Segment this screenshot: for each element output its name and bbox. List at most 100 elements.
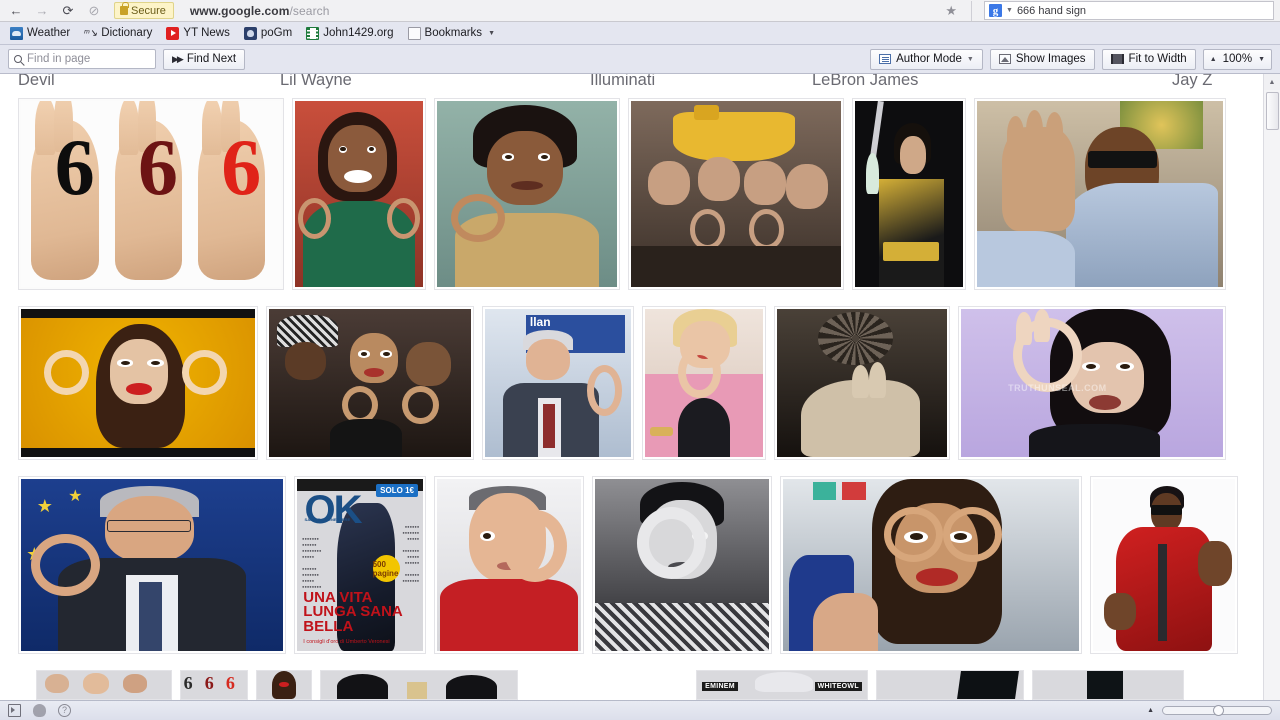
find-in-page-input[interactable]: Find in page <box>8 49 156 69</box>
image-tile-blonde-woman-ok[interactable] <box>642 306 766 460</box>
bookmark-john1429[interactable]: John1429.org <box>306 26 394 40</box>
cloud-icon[interactable] <box>33 704 46 717</box>
back-button[interactable]: ← <box>6 2 26 20</box>
lock-icon <box>120 2 129 15</box>
image-tile-teal-scene[interactable] <box>876 670 1024 700</box>
security-label: Secure <box>131 4 166 17</box>
address-bar[interactable]: www.google.com/search <box>180 2 939 20</box>
dictionary-icon: ᵐ↘ <box>84 27 98 39</box>
image-tile-beyonce-crowd[interactable] <box>266 306 474 460</box>
bookmark-label: Bookmarks <box>424 27 483 39</box>
image-tile-dark-pair[interactable] <box>320 670 518 700</box>
image-tile-yellow-bg-singer[interactable] <box>18 306 258 460</box>
related-search-illuminati[interactable]: Illuminati <box>590 74 812 90</box>
bookmark-label: poGm <box>260 27 293 39</box>
show-images-label: Show Images <box>1015 53 1086 65</box>
image-dark-scene-hand <box>777 309 947 457</box>
search-value: 666 hand sign <box>1016 4 1087 17</box>
image-tile-group-suits[interactable] <box>36 670 172 700</box>
pogm-icon <box>243 26 257 40</box>
image-tile-666-hands-small[interactable]: 6 6 6 <box>180 670 248 700</box>
image-tile-oprah-ok-sign[interactable] <box>292 98 426 290</box>
tray-expand-icon[interactable]: ▲ <box>1147 707 1154 714</box>
image-tile-beatles-yellow-submarine[interactable] <box>628 98 844 290</box>
forward-button[interactable]: → <box>32 2 52 20</box>
image-tile-bw-woman-eye[interactable] <box>592 476 772 654</box>
author-mode-button[interactable]: Author Mode ▼ <box>870 48 983 70</box>
magazine-sticker: 500 pagine <box>372 554 401 583</box>
fit-width-icon <box>1110 54 1124 64</box>
bookmark-dictionary[interactable]: ᵐ↘ Dictionary <box>84 27 152 40</box>
watermark-text: TRUTHUNSEAL.COM <box>1008 383 1107 393</box>
related-search-lebron-james[interactable]: LeBron James <box>812 74 1172 90</box>
image-tile-red-jacket-rapper[interactable] <box>1090 476 1238 654</box>
related-search-jay-z[interactable]: Jay Z <box>1172 74 1212 90</box>
magazine-subtitle: SALUTE E BENESSERE <box>304 516 351 522</box>
image-row-4-partial: 6 6 6 EMINEM WHITEOWL <box>18 670 1244 700</box>
window-icon[interactable] <box>8 704 21 717</box>
url-path: /search <box>289 3 330 18</box>
image-tile-red-sweater-man-eye[interactable] <box>434 476 584 654</box>
zoom-in-icon[interactable]: ▲ <box>1210 56 1217 63</box>
label-eminem: EMINEM <box>702 682 738 692</box>
magazine-headline: UNA VITA LUNGA SANA BELLA <box>303 589 403 635</box>
bookmark-folder-bookmarks[interactable]: Bookmarks ▼ <box>407 26 495 40</box>
related-searches-row: Devil Lil Wayne Illuminati LeBron James … <box>0 74 1262 90</box>
image-tile-bill-clinton-podium[interactable]: llan <box>482 306 634 460</box>
image-tile-young-michael-jackson[interactable] <box>434 98 620 290</box>
stop-button[interactable]: ⊘ <box>84 2 104 20</box>
find-toolbar: Find in page ▶▶ Find Next Author Mode ▼ … <box>0 45 1280 74</box>
image-tile-yellow-singer-small[interactable] <box>256 670 312 700</box>
find-next-button[interactable]: ▶▶ Find Next <box>163 48 246 70</box>
image-tile-eu-politician-ok[interactable]: ★ ★ ★ <box>18 476 286 654</box>
vertical-scrollbar[interactable]: ▲ ▼ <box>1263 74 1280 719</box>
document-icon <box>879 54 892 64</box>
tray-slider[interactable] <box>1162 705 1272 716</box>
image-tile-eminem-whiteowl[interactable]: EMINEM WHITEOWL <box>696 670 868 700</box>
scroll-up-button[interactable]: ▲ <box>1264 74 1280 90</box>
image-tile-ok-magazine-cover[interactable]: OK SOLO 1€ SALUTE E BENESSERE ●●●●●●● ●●●… <box>294 476 426 654</box>
image-tile-gucci-mane-fur[interactable] <box>974 98 1226 290</box>
security-badge[interactable]: Secure <box>114 2 174 19</box>
youtube-play-icon <box>166 26 180 40</box>
scrollbar-thumb[interactable] <box>1266 92 1279 130</box>
image-beatles-yellow-submarine <box>631 101 841 287</box>
image-eu-politician-ok: ★ ★ ★ <box>21 479 283 651</box>
chevron-down-icon[interactable]: ▼ <box>1006 7 1013 14</box>
bookmark-pogm[interactable]: poGm <box>243 26 293 40</box>
zoom-out-icon[interactable]: ▼ <box>1258 56 1265 63</box>
chevron-down-icon[interactable]: ▼ <box>967 56 974 63</box>
magazine-badge: SOLO 1€ <box>376 484 418 498</box>
image-jessie-j-purple: TRUTHUNSEAL.COM <box>961 309 1223 457</box>
image-tile-three-hands-666[interactable]: 6 6 6 <box>18 98 284 290</box>
image-row-3: ★ ★ ★ OK SOLO 1€ SALUTE E BENESSERE ●●●●… <box>18 476 1244 654</box>
image-icon <box>998 54 1011 64</box>
image-tile-dark-corridor[interactable] <box>1032 670 1184 700</box>
bookmark-weather[interactable]: Weather <box>10 26 70 40</box>
search-input[interactable]: g ▼ 666 hand sign <box>984 1 1274 20</box>
related-search-devil[interactable]: Devil <box>18 74 280 90</box>
show-images-button[interactable]: Show Images <box>989 48 1095 70</box>
image-tile-jessie-j-purple[interactable]: TRUTHUNSEAL.COM <box>958 306 1226 460</box>
image-blonde-woman-ok <box>645 309 763 457</box>
star-icon[interactable]: ★ <box>945 3 957 19</box>
image-tile-dark-scene-hand[interactable] <box>774 306 950 460</box>
chevron-down-icon[interactable]: ▼ <box>488 30 495 37</box>
fit-to-width-button[interactable]: Fit to Width <box>1101 48 1196 70</box>
image-red-sweater-man-eye <box>437 479 581 651</box>
bookmark-yt-news[interactable]: YT News <box>166 26 230 40</box>
image-tile-michael-jackson-stage[interactable] <box>852 98 966 290</box>
image-beyonce-video-hands <box>783 479 1079 651</box>
find-next-label: Find Next <box>186 53 237 65</box>
image-bw-woman-eye <box>595 479 769 651</box>
fit-to-width-label: Fit to Width <box>1128 53 1187 65</box>
related-search-lil-wayne[interactable]: Lil Wayne <box>280 74 590 90</box>
image-results-grid: 6 6 6 llan TRUTHUNSEAL.COM ★ ★ ★ OK SOLO… <box>0 90 1262 700</box>
zoom-control[interactable]: ▲ 100% ▼ <box>1202 48 1272 70</box>
image-tile-beyonce-video-hands[interactable] <box>780 476 1082 654</box>
search-icon <box>14 55 22 63</box>
slider-knob[interactable] <box>1212 705 1224 716</box>
google-images-results: Devil Lil Wayne Illuminati LeBron James … <box>0 74 1262 700</box>
help-icon[interactable]: ? <box>58 704 71 717</box>
reload-button[interactable]: ⟳ <box>58 2 78 20</box>
